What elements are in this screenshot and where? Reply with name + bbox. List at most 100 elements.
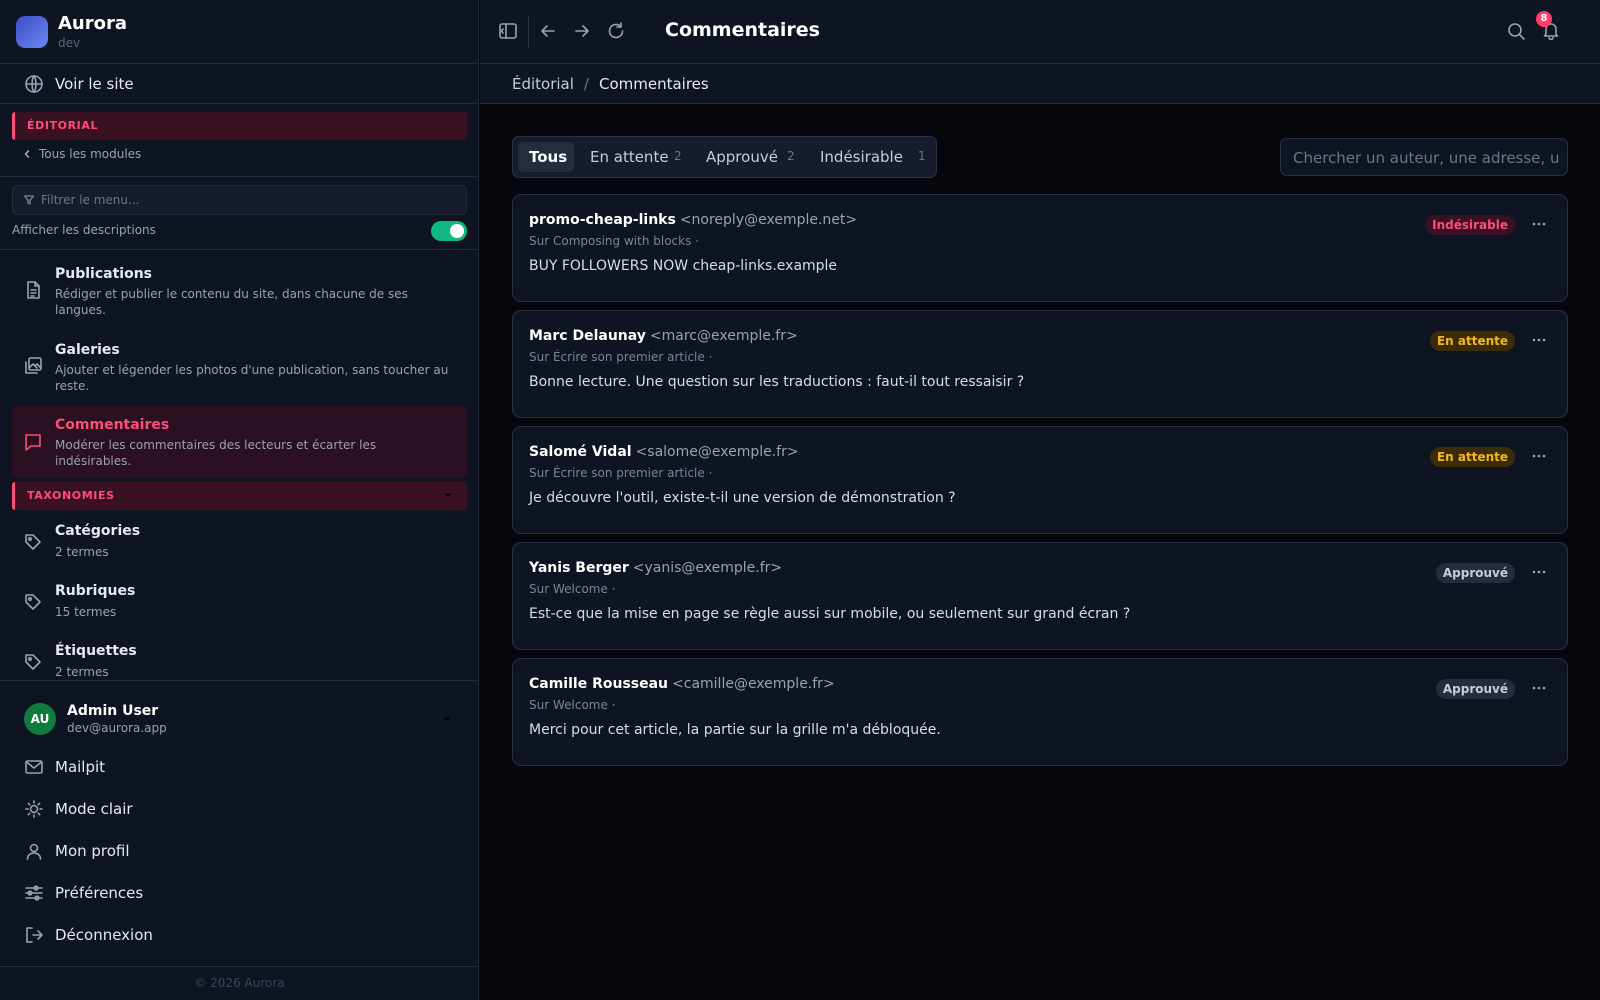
more-icon[interactable] xyxy=(1531,680,1547,696)
toggle-knob xyxy=(450,224,464,238)
status-badge: Indésirable xyxy=(1425,215,1515,235)
nav-commentaires-title: Commentaires xyxy=(55,417,170,433)
nav-commentaires[interactable]: Commentaires Modérer les commentaires de… xyxy=(12,406,467,478)
preferences-link[interactable]: Préférences xyxy=(0,875,479,911)
descriptions-toggle[interactable] xyxy=(431,221,467,241)
logout-link[interactable]: Déconnexion xyxy=(0,917,479,953)
comment-author-email: <camille@exemple.fr> xyxy=(672,676,835,692)
menu-filter-input[interactable] xyxy=(41,191,451,209)
status-badge: En attente xyxy=(1429,447,1515,467)
light-mode-toggle[interactable]: Mode clair xyxy=(0,791,479,827)
comment-card[interactable]: Yanis Berger <yanis@exemple.fr> Sur Welco… xyxy=(512,542,1568,650)
view-site-link[interactable]: Voir le site xyxy=(0,64,479,104)
status-badge: Approuvé xyxy=(1435,563,1515,583)
status-badge: Approuvé xyxy=(1435,679,1515,699)
comment-author: Yanis Berger <yanis@exemple.fr> xyxy=(529,560,782,576)
nav-galeries-desc: Ajouter et légender les photos d'une pub… xyxy=(55,363,449,393)
back-arrow-icon[interactable] xyxy=(538,21,558,41)
chevron-left-icon xyxy=(22,149,32,159)
breadcrumb-parent[interactable]: Éditorial xyxy=(512,75,574,93)
section-editorial: ÉDITORIAL xyxy=(12,112,467,140)
forward-arrow-icon[interactable] xyxy=(572,21,592,41)
tab-pending[interactable]: En attente 2 xyxy=(579,142,690,172)
descriptions-toggle-label: Afficher les descriptions xyxy=(12,223,156,237)
more-icon[interactable] xyxy=(1531,564,1547,580)
mailpit-label: Mailpit xyxy=(55,758,106,776)
menu-filter[interactable] xyxy=(12,185,467,215)
comment-card[interactable]: Salomé Vidal <salome@exemple.fr> Sur Écri… xyxy=(512,426,1568,534)
divider xyxy=(0,249,479,250)
user-email: dev@aurora.app xyxy=(67,721,167,735)
app-logo xyxy=(16,16,48,48)
more-icon[interactable] xyxy=(1531,216,1547,232)
comment-author-email: <noreply@exemple.net> xyxy=(679,212,858,228)
globe-icon xyxy=(24,74,44,94)
user-menu[interactable]: AU Admin User dev@aurora.app xyxy=(0,700,479,742)
more-icon[interactable] xyxy=(1531,332,1547,348)
footer-copyright: © 2026 Aurora xyxy=(194,976,285,990)
comment-body: Merci pour cet article, la partie sur la… xyxy=(529,722,941,738)
nav-rubriques-title: Rubriques xyxy=(55,583,136,599)
comment-search[interactable] xyxy=(1280,138,1568,176)
mailpit-link[interactable]: Mailpit xyxy=(0,749,479,785)
comment-card[interactable]: Marc Delaunay <marc@exemple.fr> Sur Écrir… xyxy=(512,310,1568,418)
comment-meta: Sur Composing with blocks · xyxy=(529,234,699,248)
breadcrumb-bar: Éditorial / Commentaires xyxy=(480,64,1600,104)
nav-publications[interactable]: Publications Rédiger et publier le conte… xyxy=(12,258,467,326)
comment-card[interactable]: Camille Rousseau <camille@exemple.fr> Sur… xyxy=(512,658,1568,766)
logout-icon xyxy=(24,925,44,945)
tab-spam-label: Indésirable xyxy=(820,148,903,166)
sun-icon xyxy=(24,799,44,819)
tab-pending-count: 2 xyxy=(674,149,682,163)
filter-icon xyxy=(23,194,35,206)
nav-categories[interactable]: Catégories 2 termes xyxy=(12,520,467,568)
comment-author: promo-cheap-links <noreply@exemple.net> xyxy=(529,212,857,228)
divider xyxy=(0,680,479,681)
comment-author-name: promo-cheap-links xyxy=(529,212,676,228)
comment-body: Est-ce que la mise en page se règle auss… xyxy=(529,606,1131,622)
tab-all-label: Tous xyxy=(529,148,568,166)
brand-header[interactable]: Aurora dev xyxy=(0,0,479,64)
avatar: AU xyxy=(24,703,56,735)
divider xyxy=(0,966,479,967)
more-icon[interactable] xyxy=(1531,448,1547,464)
breadcrumb-separator: / xyxy=(583,75,589,93)
profile-label: Mon profil xyxy=(55,842,130,860)
tab-all[interactable]: Tous xyxy=(518,142,574,172)
tab-spam[interactable]: Indésirable 1 xyxy=(809,142,933,172)
comment-meta: Sur Écrire son premier article · xyxy=(529,466,713,480)
comment-author: Salomé Vidal <salome@exemple.fr> xyxy=(529,444,799,460)
nav-rubriques-desc: 15 termes xyxy=(55,605,117,619)
comment-body: Je découvre l'outil, existe-t-il une ver… xyxy=(529,490,956,506)
nav-etiquettes[interactable]: Étiquettes 2 termes xyxy=(12,640,467,680)
tag-icon xyxy=(23,532,43,552)
comment-body: BUY FOLLOWERS NOW cheap-links.example xyxy=(529,258,838,274)
user-icon xyxy=(24,841,44,861)
tag-icon xyxy=(23,652,43,672)
status-tabs: Tous En attente 2 Approuvé 2 Indésirable… xyxy=(512,136,937,178)
comment-author-email: <salome@exemple.fr> xyxy=(635,444,799,460)
comment-author-name: Marc Delaunay xyxy=(529,328,646,344)
view-site-label: Voir le site xyxy=(55,75,134,93)
nav-galeries[interactable]: Galeries Ajouter et légender les photos … xyxy=(12,334,467,402)
tab-pending-label: En attente xyxy=(590,148,669,166)
nav-publications-desc: Rédiger et publier le contenu du site, d… xyxy=(55,287,408,317)
nav-rubriques[interactable]: Rubriques 15 termes xyxy=(12,580,467,628)
breadcrumb: Éditorial / Commentaires xyxy=(512,75,709,93)
comment-card[interactable]: promo-cheap-links <noreply@exemple.net> S… xyxy=(512,194,1568,302)
comment-search-input[interactable] xyxy=(1293,148,1559,168)
section-taxonomies[interactable]: TAXONOMIES xyxy=(12,482,467,510)
sidebar-toggle-icon[interactable] xyxy=(498,21,518,41)
comment-author-name: Salomé Vidal xyxy=(529,444,632,460)
comment-author-email: <yanis@exemple.fr> xyxy=(632,560,783,576)
light-mode-label: Mode clair xyxy=(55,800,133,818)
comment-meta: Sur Welcome · xyxy=(529,698,616,712)
page-title: Commentaires xyxy=(665,19,820,41)
profile-link[interactable]: Mon profil xyxy=(0,833,479,869)
comment-meta: Sur Welcome · xyxy=(529,582,616,596)
tab-approved[interactable]: Approuvé 2 xyxy=(695,142,804,172)
comment-author: Camille Rousseau <camille@exemple.fr> xyxy=(529,676,835,692)
reload-icon[interactable] xyxy=(606,21,626,41)
chevron-down-icon xyxy=(441,488,455,502)
search-icon[interactable] xyxy=(1506,21,1526,41)
